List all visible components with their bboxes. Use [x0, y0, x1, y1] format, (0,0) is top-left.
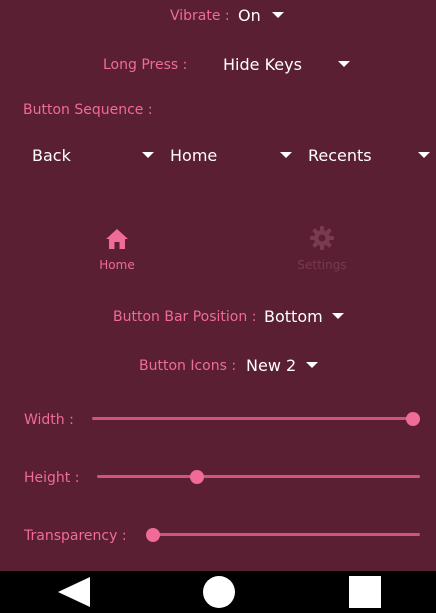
chevron-down-icon — [306, 362, 318, 368]
vibrate-value: On — [238, 6, 261, 25]
sequence-slot-1-value: Back — [32, 146, 71, 165]
width-slider[interactable] — [92, 410, 420, 428]
tab-settings-label: Settings — [297, 258, 347, 272]
chevron-down-icon — [418, 152, 430, 158]
sequence-slot-3-dropdown[interactable]: Recents — [304, 143, 434, 169]
vibrate-label: Vibrate : — [170, 8, 230, 24]
chevron-down-icon — [338, 61, 350, 67]
tab-settings[interactable]: Settings — [272, 225, 372, 273]
transparency-slider[interactable] — [146, 526, 420, 544]
sequence-slot-2-value: Home — [170, 146, 218, 165]
button-bar-position-value: Bottom — [264, 307, 323, 326]
chevron-down-icon — [332, 313, 344, 319]
slider-thumb[interactable] — [146, 528, 160, 542]
height-label: Height : — [24, 470, 80, 486]
chevron-down-icon — [272, 12, 284, 18]
chevron-down-icon — [280, 152, 292, 158]
transparency-label: Transparency : — [24, 528, 127, 544]
home-icon — [106, 229, 128, 249]
long-press-value: Hide Keys — [223, 55, 302, 74]
slider-track — [146, 533, 420, 536]
long-press-dropdown[interactable]: Hide Keys — [220, 52, 360, 78]
slider-track — [97, 475, 420, 478]
home-circle-icon[interactable] — [201, 574, 237, 610]
width-label: Width : — [24, 412, 74, 428]
sequence-slot-1-dropdown[interactable]: Back — [28, 143, 158, 169]
button-icons-value: New 2 — [246, 356, 297, 375]
slider-thumb[interactable] — [189, 470, 204, 484]
button-icons-label: Button Icons : — [139, 358, 237, 374]
slider-track — [92, 417, 420, 420]
recents-square-icon[interactable] — [348, 575, 382, 609]
chevron-down-icon — [142, 152, 154, 158]
back-icon[interactable] — [56, 576, 92, 608]
tab-home[interactable]: Home — [67, 227, 167, 273]
button-sequence-label: Button Sequence : — [23, 102, 153, 118]
button-icons-dropdown[interactable]: New 2 — [244, 354, 322, 378]
sequence-slot-2-dropdown[interactable]: Home — [166, 143, 296, 169]
slider-thumb[interactable] — [406, 412, 420, 426]
button-bar-position-label: Button Bar Position : — [113, 309, 257, 325]
tab-home-label: Home — [99, 258, 135, 272]
button-bar-position-dropdown[interactable]: Bottom — [262, 305, 352, 329]
sequence-slot-3-value: Recents — [308, 146, 372, 165]
gear-icon — [310, 226, 334, 250]
vibrate-dropdown[interactable]: On — [236, 4, 292, 28]
system-nav-bar — [0, 571, 436, 613]
long-press-label: Long Press : — [103, 57, 188, 73]
height-slider[interactable] — [97, 468, 420, 486]
